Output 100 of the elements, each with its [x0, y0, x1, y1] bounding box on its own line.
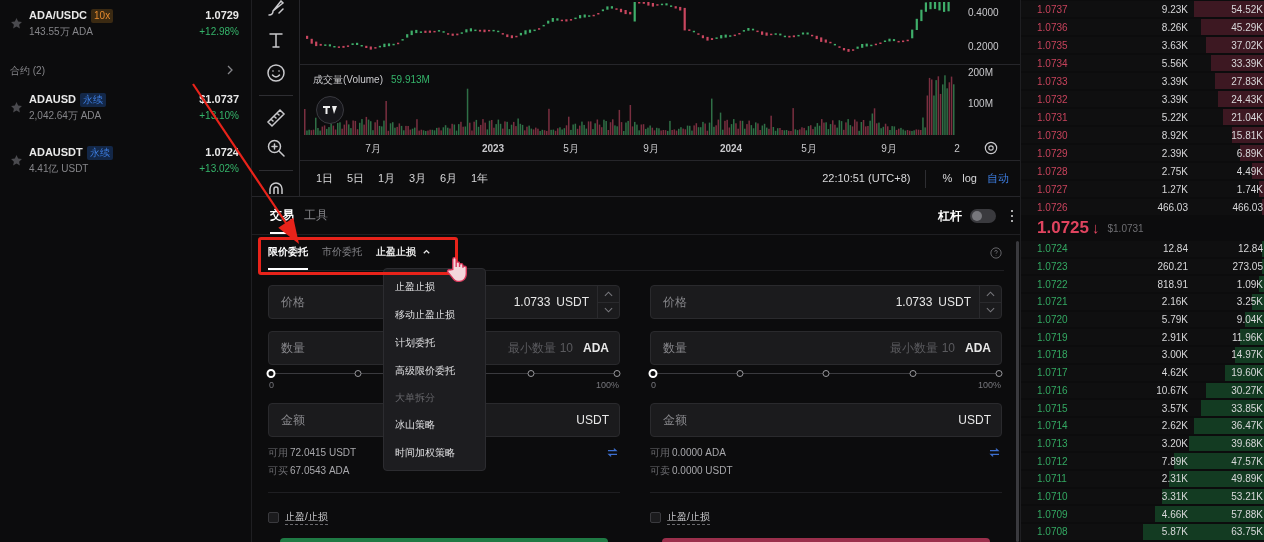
- total-cell-text: 36.47K: [1230, 419, 1263, 434]
- balance-text: 可用 72.0415 USDT: [268, 445, 357, 460]
- size-cell-text: 4.62K: [1160, 366, 1188, 381]
- volume-value: 59.913M: [391, 73, 430, 87]
- total-cell-text: 24.43K: [1230, 92, 1263, 107]
- size-cell-text: 1.27K: [1160, 182, 1188, 197]
- volume-label: 成交量(Volume): [313, 73, 383, 87]
- total-cell-text: 3.25K: [1235, 295, 1263, 310]
- index-price: $1.0731: [1107, 221, 1144, 236]
- field-label: 数量: [281, 340, 305, 356]
- axis-label: 0.4000: [968, 6, 999, 20]
- size-cell-text: 5.56K: [1160, 56, 1188, 71]
- size-cell-text: 10.67K: [1155, 383, 1188, 398]
- change-text: +12.98%: [199, 24, 239, 39]
- size-cell-text: 2.39K: [1160, 146, 1188, 161]
- size-cell-text: 3.57K: [1160, 401, 1188, 416]
- unit-label: ADA: [583, 340, 609, 356]
- balance-text: 可用 0.0000 ADA: [650, 445, 726, 460]
- total-cell-text: 11.96K: [1231, 330, 1263, 345]
- total-cell-text: 1.09K: [1235, 277, 1263, 292]
- volume-text: 143.55万 ADA: [29, 24, 94, 39]
- size-cell-text: 8.92K: [1160, 128, 1188, 143]
- volume-text: 2,042.64万 ADA: [29, 108, 103, 123]
- slider-label: 0: [651, 379, 656, 391]
- total-cell-text: 21.04K: [1230, 110, 1263, 125]
- total-cell-text: 12.84: [1236, 242, 1263, 257]
- total-cell-text: 45.29K: [1230, 20, 1263, 35]
- axis-label: 9月: [881, 142, 897, 156]
- axis-label: 7月: [365, 142, 381, 156]
- total-cell-text: 4.49K: [1235, 164, 1263, 179]
- last-price: 1.0725: [1037, 217, 1089, 240]
- size-cell-text: 3.00K: [1160, 348, 1188, 363]
- size-cell-text: 8.26K: [1160, 20, 1188, 35]
- size-cell-text: 3.39K: [1160, 92, 1188, 107]
- size-cell-text: 2.16K: [1160, 295, 1188, 310]
- size-cell-text: 818.91: [1156, 277, 1188, 292]
- total-cell-text: 466.03: [1231, 200, 1263, 215]
- size-cell-text: 4.66K: [1160, 507, 1188, 522]
- total-cell-text: 33.39K: [1230, 56, 1263, 71]
- total-cell-text: 49.89K: [1230, 472, 1263, 487]
- total-cell-text: 27.83K: [1230, 74, 1263, 89]
- axis-label: 0.2000: [968, 40, 999, 54]
- size-cell-text: 3.31K: [1160, 489, 1188, 504]
- total-cell-text: 30.27K: [1230, 383, 1263, 398]
- total-cell-text: 6.89K: [1235, 146, 1263, 161]
- volume-text: 4.41亿 USDT: [29, 161, 90, 176]
- total-cell-text: 14.97K: [1230, 348, 1263, 363]
- total-cell-text: 37.02K: [1230, 38, 1263, 53]
- axis-label: 100M: [968, 97, 993, 111]
- direction-arrow: ↓: [1092, 217, 1100, 238]
- field-label: 数量: [663, 340, 687, 356]
- axis-label: 5月: [563, 142, 579, 156]
- total-cell-text: 39.68K: [1230, 436, 1263, 451]
- total-cell-text: 33.85K: [1230, 401, 1263, 416]
- total-cell-text: 53.21K: [1230, 489, 1263, 504]
- total-cell-text: 54.52K: [1230, 2, 1263, 17]
- axis-label: 2: [954, 142, 960, 156]
- balance-text: 可卖 0.0000 USDT: [650, 463, 733, 478]
- size-cell-text: 2.31K: [1160, 472, 1188, 487]
- axis-label: 200M: [968, 66, 993, 80]
- axis-label: 2024: [719, 142, 743, 156]
- axis-label: 5月: [801, 142, 817, 156]
- size-cell-text: 3.20K: [1160, 436, 1188, 451]
- axis-label: 2023: [481, 142, 505, 156]
- size-cell-text: 7.89K: [1160, 454, 1188, 469]
- total-cell-text: 57.88K: [1230, 507, 1263, 522]
- size-cell-text: 5.79K: [1160, 313, 1188, 328]
- unit-label: ADA: [965, 340, 991, 356]
- size-cell-text: 12.84: [1161, 242, 1188, 257]
- total-cell-text: 273.05: [1231, 260, 1263, 275]
- badge: 10x: [91, 8, 114, 23]
- clock-text: 22:10:51 (UTC+8): [822, 171, 911, 187]
- size-cell-text: 2.91K: [1160, 330, 1188, 345]
- balance-text: 可买 67.0543 ADA: [268, 463, 350, 478]
- total-cell-text: 1.74K: [1235, 182, 1263, 197]
- total-cell-text: 9.04K: [1235, 313, 1263, 328]
- axis-label: 9月: [643, 142, 659, 156]
- size-cell-text: 9.23K: [1160, 2, 1188, 17]
- total-cell-text: 47.57K: [1230, 454, 1263, 469]
- size-cell-text: 466.03: [1156, 200, 1188, 215]
- change-text: +13.02%: [199, 161, 239, 176]
- size-cell-text: 3.63K: [1160, 38, 1188, 53]
- total-cell-text: 15.81K: [1230, 128, 1263, 143]
- badge: 永续: [80, 92, 107, 107]
- total-cell-text: 63.75K: [1230, 525, 1263, 540]
- badge: 永续: [86, 145, 113, 160]
- slider-label: 100%: [977, 379, 1001, 391]
- size-cell-text: 5.87K: [1160, 525, 1188, 540]
- size-cell-text: 5.22K: [1160, 110, 1188, 125]
- menu-section-label: 大单拆分: [394, 391, 436, 405]
- total-cell-text: 19.60K: [1230, 366, 1263, 381]
- size-cell-text: 2.75K: [1160, 164, 1188, 179]
- slider-label: 0: [269, 379, 274, 391]
- size-cell-text: 3.39K: [1160, 74, 1188, 89]
- price-text: 1.0724: [205, 145, 239, 161]
- size-cell-text: 260.21: [1156, 260, 1188, 275]
- size-cell-text: 2.62K: [1160, 419, 1188, 434]
- price-text: 1.0729: [205, 8, 239, 24]
- leverage-label: 杠杆: [938, 207, 962, 225]
- slider-label: 100%: [595, 379, 619, 391]
